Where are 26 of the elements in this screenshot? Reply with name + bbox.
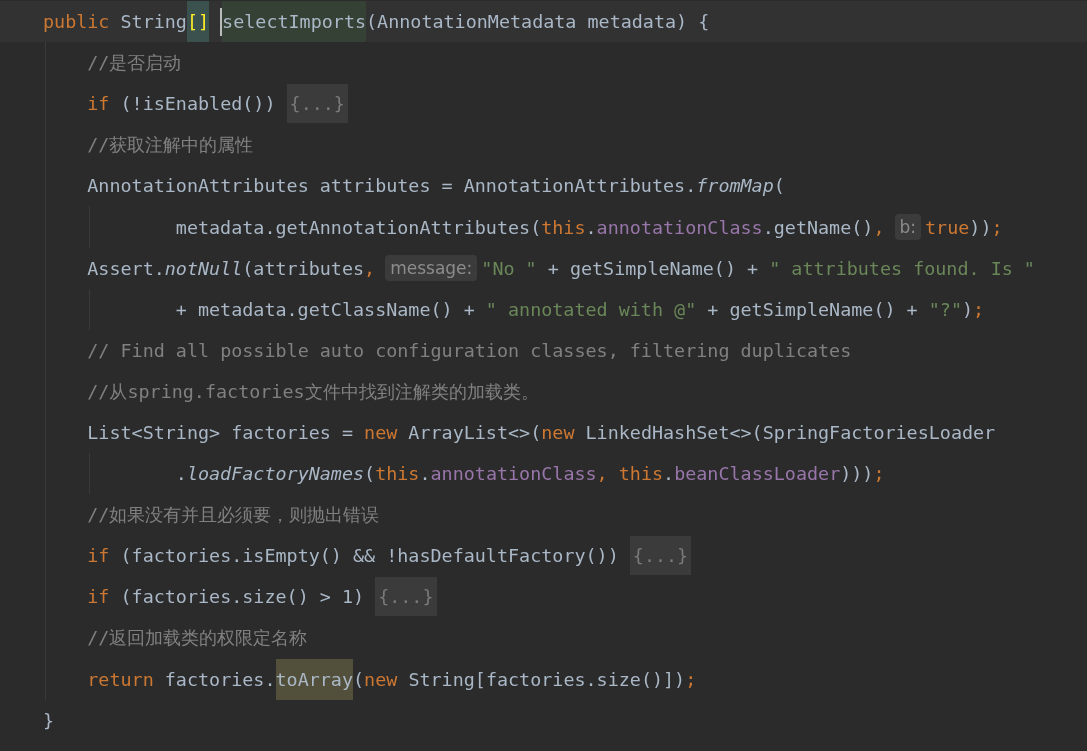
code-text: //获取注解中的属性 xyxy=(87,133,254,158)
code-text: if (!isEnabled()) xyxy=(87,92,277,117)
code-text: if (factories.isEmpty() && !hasDefaultFactory()) xyxy=(87,544,620,569)
code-text: //返回加载类的权限定名称 xyxy=(87,626,308,651)
code-text: //是否启动 xyxy=(87,51,182,76)
folded-code-button[interactable]: {...} xyxy=(629,536,692,576)
folded-code-button[interactable]: {...} xyxy=(286,84,348,124)
code-text: true)); xyxy=(925,215,1003,240)
folded-code-button[interactable]: {...} xyxy=(375,577,437,617)
code-text: AnnotationAttributes attributes = AnnotationAttributes.fromMap( xyxy=(87,174,785,199)
parameter-hint: b: xyxy=(894,214,922,240)
code-text: selectImports(AnnotationMetadata metadata) { xyxy=(222,1,710,43)
code-text: public String[] xyxy=(43,1,210,43)
code-text: .loadFactoryNames(this.annotationClass, this.beanClassLoader))); xyxy=(175,462,885,487)
code-text: return factories.toArray(new String[factories.size()]); xyxy=(87,658,697,700)
code-text: metadata.getAnnotationAttributes(this.annotationClass.getName(), xyxy=(175,215,885,240)
code-text: if (factories.size() > 1) xyxy=(87,585,366,610)
code-text: } xyxy=(43,708,55,733)
code-text: + metadata.getClassName() + " annotated with @" + getSimpleName() + "?"); xyxy=(175,297,985,322)
code-text: // Find all possible auto configuration classes, filtering duplicates xyxy=(87,338,852,363)
code-text: "No " + getSimpleName() + " attributes found. Is " xyxy=(481,256,1035,281)
code-text: Assert.notNull(attributes, xyxy=(87,256,376,281)
parameter-hint: message: xyxy=(385,255,478,282)
code-text: //从spring.factories文件中找到注解类的加载类。 xyxy=(87,379,539,404)
code-text: List<String> factories = new ArrayList<>(new LinkedHashSet<>(SpringFactoriesLoader xyxy=(87,421,996,445)
code-text: //如果没有并且必须要，则抛出错误 xyxy=(87,503,380,528)
